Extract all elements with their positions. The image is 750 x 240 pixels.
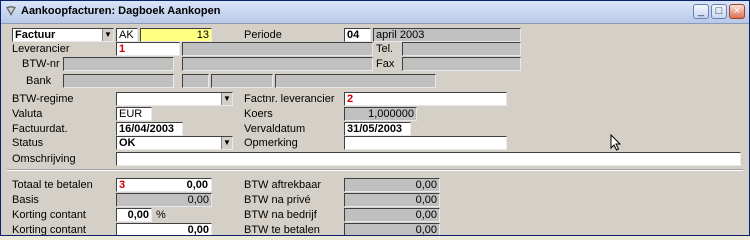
basis-field: 0,00 bbox=[116, 193, 212, 207]
btw-bedrijf-label: BTW na bedrijf bbox=[244, 209, 317, 221]
doctype-value: Factuur bbox=[15, 29, 56, 41]
status-label: Status bbox=[12, 137, 44, 149]
vervaldatum-label: Vervaldatum bbox=[244, 123, 306, 135]
btwnr-field-2 bbox=[182, 57, 373, 71]
chevron-down-icon[interactable]: ▼ bbox=[221, 93, 232, 105]
periode-label: Periode bbox=[244, 29, 282, 41]
totaal-value: 0,00 bbox=[186, 179, 208, 191]
window-title: Aankoopfacturen: Dagboek Aankopen bbox=[21, 5, 221, 17]
btw-bedrijf-field: 0,00 bbox=[344, 208, 440, 222]
fax-label: Fax bbox=[376, 58, 395, 70]
chevron-down-icon[interactable]: ▼ bbox=[102, 29, 113, 41]
btw-betalen-label: BTW te betalen bbox=[244, 224, 320, 236]
title-bar[interactable]: Aankoopfacturen: Dagboek Aankopen _ □ × bbox=[1, 1, 749, 24]
btwregime-label: BTW-regime bbox=[12, 93, 74, 105]
btwnr-label: BTW-nr bbox=[22, 58, 60, 70]
tel-label: Tel. bbox=[376, 43, 394, 55]
btwregime-select[interactable]: ▼ bbox=[116, 92, 233, 106]
minimize-button[interactable]: _ bbox=[693, 4, 709, 19]
btw-aftrekbaar-field: 0,00 bbox=[344, 178, 440, 192]
korting-pct-field[interactable]: 0,00 bbox=[116, 208, 152, 222]
korting-field[interactable]: 0,00 bbox=[116, 223, 212, 235]
bank-label: Bank bbox=[26, 75, 52, 87]
koers-label: Koers bbox=[244, 108, 273, 120]
basis-label: Basis bbox=[12, 194, 39, 206]
journal-code-field[interactable]: AK bbox=[116, 28, 138, 42]
number-field[interactable]: 13 bbox=[140, 28, 212, 42]
invoice-window: Aankoopfacturen: Dagboek Aankopen _ □ × … bbox=[0, 0, 750, 236]
btw-prive-label: BTW na privé bbox=[244, 194, 311, 206]
factnr-field[interactable]: 2 bbox=[344, 92, 507, 106]
leverancier-name-field bbox=[182, 42, 373, 56]
fax-field bbox=[402, 57, 521, 71]
korting-pct-label: Korting contant bbox=[12, 209, 86, 221]
totaal-field[interactable]: 3 0,00 bbox=[116, 178, 212, 192]
bank-field-3 bbox=[211, 74, 273, 88]
totaal-label: Totaal te betalen bbox=[12, 179, 93, 191]
form-area: Factuur ▼ AK 13 Periode 04 april 2003 Le… bbox=[1, 24, 749, 236]
status-value: OK bbox=[119, 137, 136, 149]
divider bbox=[7, 169, 743, 171]
valuta-label: Valuta bbox=[12, 108, 43, 120]
status-select[interactable]: OK ▼ bbox=[116, 136, 233, 150]
factuurdat-label: Factuurdat. bbox=[12, 123, 68, 135]
vervaldatum-field[interactable]: 31/05/2003 bbox=[344, 122, 411, 136]
koers-field: 1,000000 bbox=[344, 107, 417, 121]
omschrijving-field[interactable] bbox=[116, 152, 741, 166]
korting-label: Korting contant bbox=[12, 224, 86, 236]
percent-label: % bbox=[156, 209, 166, 221]
periode-text-field: april 2003 bbox=[373, 28, 521, 42]
opmerking-label: Opmerking bbox=[244, 137, 298, 149]
valuta-field[interactable]: EUR bbox=[116, 107, 152, 121]
btw-prive-field: 0,00 bbox=[344, 193, 440, 207]
tel-field bbox=[402, 42, 521, 56]
bank-field-2 bbox=[182, 74, 209, 88]
btw-betalen-field: 0,00 bbox=[344, 223, 440, 235]
totaal-index: 3 bbox=[119, 179, 126, 191]
btwnr-field-1 bbox=[63, 57, 174, 71]
maximize-button[interactable]: □ bbox=[711, 4, 727, 19]
mouse-pointer-icon bbox=[610, 134, 622, 151]
leverancier-label: Leverancier bbox=[12, 43, 70, 55]
btw-aftrekbaar-label: BTW aftrekbaar bbox=[244, 179, 322, 191]
factnr-label: Factnr. leverancier bbox=[244, 93, 335, 105]
app-icon bbox=[6, 6, 16, 16]
leverancier-field[interactable]: 1 bbox=[116, 42, 180, 56]
bank-field-1 bbox=[63, 74, 174, 88]
close-button[interactable]: × bbox=[729, 4, 745, 19]
omschrijving-label: Omschrijving bbox=[12, 153, 76, 165]
bank-field-4 bbox=[275, 74, 436, 88]
doctype-select[interactable]: Factuur ▼ bbox=[12, 28, 114, 42]
opmerking-field[interactable] bbox=[344, 136, 507, 150]
periode-num-field[interactable]: 04 bbox=[344, 28, 371, 42]
chevron-down-icon[interactable]: ▼ bbox=[221, 137, 232, 149]
factuurdat-field[interactable]: 16/04/2003 bbox=[116, 122, 183, 136]
